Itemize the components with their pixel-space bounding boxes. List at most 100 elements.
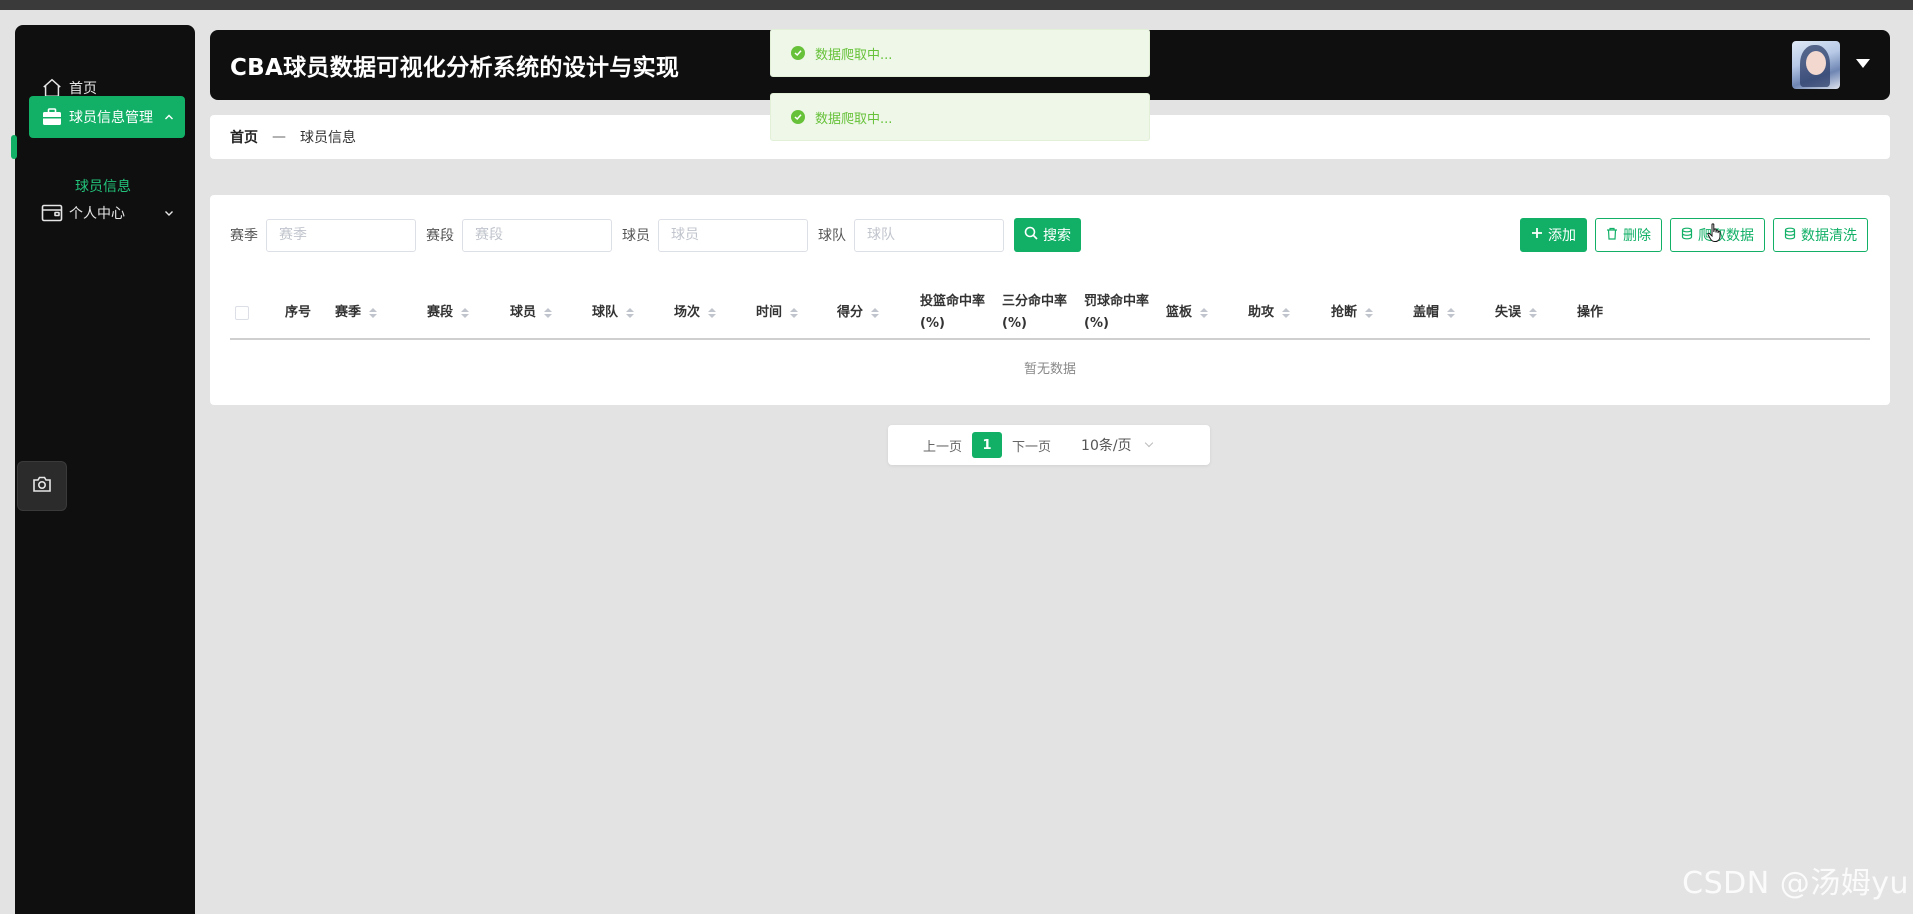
column-header-label: 序号 (285, 304, 312, 320)
data-clean-button-label: 数据清洗 (1801, 228, 1857, 244)
avatar[interactable] (1792, 41, 1840, 89)
column-header[interactable]: 抢断 (1331, 285, 1374, 340)
column-header-label: 操作 (1577, 304, 1604, 320)
player-label: 球员 (622, 228, 650, 244)
sort-caret-icon[interactable] (790, 307, 799, 318)
camera-icon (32, 475, 52, 497)
wallet-icon (35, 203, 69, 223)
column-header-label: 篮板 (1166, 304, 1193, 320)
action-toolbar: 添加 删除 爬取数据 数据清洗 (1520, 218, 1868, 252)
column-header[interactable]: 球队 (592, 285, 635, 340)
column-header-label: 三分命中率 (%) (1002, 293, 1068, 331)
column-header-label: 抢断 (1331, 304, 1358, 320)
search-bar: 赛季 赛段 球员 球队 搜索 (230, 218, 1081, 252)
column-header[interactable]: 盖帽 (1413, 285, 1456, 340)
add-button[interactable]: 添加 (1520, 218, 1587, 252)
column-header-label: 助攻 (1248, 304, 1275, 320)
empty-state: 暂无数据 (1023, 362, 1076, 377)
stage-input[interactable] (462, 218, 612, 252)
sort-caret-icon[interactable] (1365, 307, 1374, 318)
sort-caret-icon[interactable] (1200, 307, 1209, 318)
column-header[interactable]: 篮板 (1166, 285, 1209, 340)
page-size-select[interactable]: 10条/页 (1081, 435, 1153, 455)
column-header[interactable]: 助攻 (1248, 285, 1291, 340)
sort-caret-icon[interactable] (461, 307, 470, 318)
column-header: 三分命中率 (%) (1002, 285, 1067, 340)
player-input[interactable] (658, 218, 808, 252)
sort-caret-icon[interactable] (369, 307, 378, 318)
sidebar-item-player-management[interactable]: 球员信息管理 (29, 96, 185, 138)
column-header-label: 球员 (510, 304, 537, 320)
column-header: 罚球命中率 (%) (1084, 285, 1149, 340)
column-header-label: 赛季 (335, 304, 362, 320)
pagination: 上一页 1 下一页 10条/页 (888, 425, 1210, 465)
column-header[interactable]: 失误 (1495, 285, 1538, 340)
column-header-label: 球队 (592, 304, 619, 320)
next-page-button[interactable]: 下一页 (1012, 436, 1051, 455)
sort-caret-icon[interactable] (1282, 307, 1291, 318)
briefcase-icon (35, 108, 69, 126)
toast-notification: 数据爬取中... (770, 29, 1150, 77)
breadcrumb-home[interactable]: 首页 (230, 127, 258, 147)
delete-button-label: 删除 (1623, 228, 1651, 244)
column-header-label: 时间 (756, 304, 783, 320)
column-header[interactable]: 时间 (756, 285, 799, 340)
column-header[interactable]: 得分 (837, 285, 880, 340)
player-table: 序号 赛季 赛段 球员 球队 场次 时间 得分 投篮命中率 (%) 三分命中率 (%) 罚球命中率 (%)… (230, 285, 1870, 395)
column-header-label: 投篮命中率 (%) (920, 293, 986, 331)
page-number-current[interactable]: 1 (972, 432, 1003, 458)
column-header-label: 赛段 (427, 304, 454, 320)
season-input[interactable] (266, 218, 416, 252)
column-header[interactable]: 赛季 (335, 285, 378, 340)
column-header: 投篮命中率 (%) (920, 285, 985, 340)
sidebar-item-label: 个人中心 (69, 206, 125, 222)
column-header-label: 罚球命中率 (%) (1084, 293, 1150, 331)
sidebar-item-label: 首页 (69, 81, 97, 97)
user-menu-caret-icon[interactable] (1856, 59, 1870, 68)
breadcrumb-separator: — (272, 129, 286, 145)
main-panel: 赛季 赛段 球员 球队 搜索 添加 删除 (210, 195, 1890, 405)
active-indicator (11, 135, 17, 159)
toast-notification: 数据爬取中... (770, 93, 1150, 141)
column-header-label: 失误 (1495, 304, 1522, 320)
sort-caret-icon[interactable] (544, 307, 553, 318)
column-header: 序号 (285, 285, 311, 340)
window-top-strip (0, 0, 1913, 10)
sidebar-item-personal-center[interactable]: 个人中心 (29, 192, 185, 234)
chevron-up-icon (159, 112, 179, 122)
search-button-label: 搜索 (1043, 228, 1071, 244)
add-button-label: 添加 (1548, 228, 1576, 244)
column-header-label: 盖帽 (1413, 304, 1440, 320)
select-all-checkbox[interactable] (235, 305, 249, 320)
season-label: 赛季 (230, 228, 258, 244)
breadcrumb-current: 球员信息 (300, 130, 356, 146)
column-header-label: 得分 (837, 304, 864, 320)
sort-caret-icon[interactable] (626, 307, 635, 318)
app-title: CBA球员数据可视化分析系统的设计与实现 (230, 55, 680, 81)
column-header[interactable]: 球员 (510, 285, 553, 340)
sort-caret-icon[interactable] (708, 307, 717, 318)
column-header[interactable]: 场次 (674, 285, 717, 340)
database-icon (1784, 227, 1796, 244)
data-clean-button[interactable]: 数据清洗 (1773, 218, 1868, 252)
chevron-down-icon (1144, 438, 1153, 448)
sort-caret-icon[interactable] (1529, 307, 1538, 318)
hand-cursor-icon (1707, 223, 1723, 247)
team-label: 球队 (818, 228, 846, 244)
sort-caret-icon[interactable] (871, 307, 880, 318)
delete-button[interactable]: 删除 (1595, 218, 1662, 252)
toast-text: 数据爬取中... (815, 47, 893, 63)
page-size-value: 10条/页 (1081, 438, 1132, 454)
column-header[interactable]: 赛段 (427, 285, 470, 340)
search-button[interactable]: 搜索 (1014, 218, 1081, 252)
screenshot-button[interactable] (17, 461, 67, 511)
column-header: 操作 (1577, 285, 1603, 340)
column-header-label: 场次 (674, 304, 701, 320)
stage-label: 赛段 (426, 228, 454, 244)
search-icon (1024, 226, 1038, 244)
sort-caret-icon[interactable] (1447, 307, 1456, 318)
chevron-down-icon (159, 208, 179, 218)
select-all-checkbox-cell (235, 285, 249, 340)
team-input[interactable] (854, 218, 1004, 252)
prev-page-button[interactable]: 上一页 (923, 436, 962, 455)
